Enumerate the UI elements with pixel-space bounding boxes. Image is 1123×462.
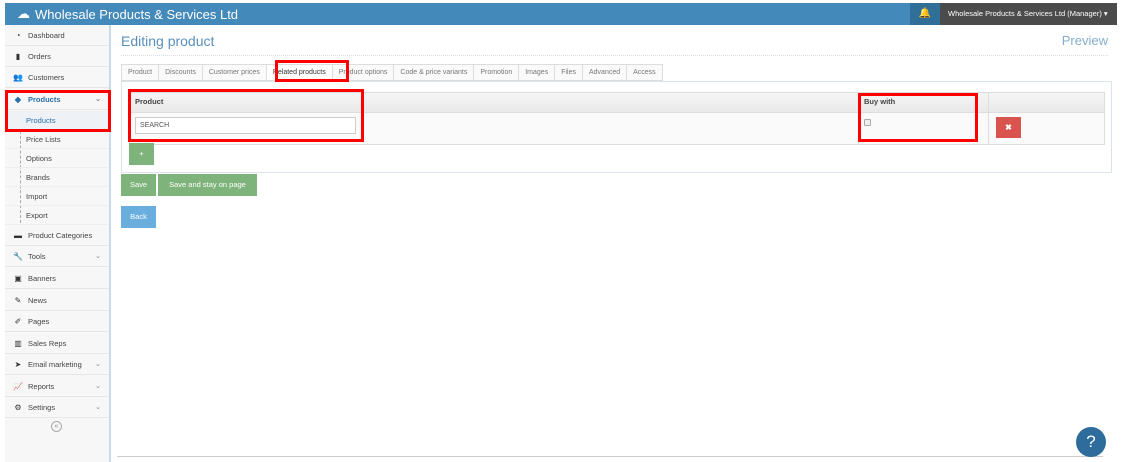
label: Tools [28, 251, 46, 261]
label: Dashboard [28, 30, 65, 40]
sidebar-sub-export[interactable]: Export [5, 206, 109, 225]
add-row-button[interactable]: + [129, 143, 154, 165]
column-product: Product [130, 93, 859, 112]
sidebar-sub-price-lists[interactable]: Price Lists [5, 130, 109, 149]
label: Settings [28, 402, 56, 412]
column-buy-with: Buy with [859, 93, 989, 112]
sidebar-item-dashboard[interactable]: ◔ Dashboard [5, 25, 109, 46]
column-actions [989, 93, 1104, 112]
tab-product[interactable]: Product [121, 64, 159, 81]
sidebar-item-customers[interactable]: 👥 Customers [5, 67, 109, 88]
tab-discounts[interactable]: Discounts [158, 64, 202, 81]
tab-bar: Product Discounts Customer prices Relate… [121, 64, 663, 81]
label: Sales Reps [28, 338, 67, 348]
label: Options [26, 153, 52, 163]
sidebar-sub-options[interactable]: Options [5, 149, 109, 168]
brand-name: Wholesale Products & Services Ltd [35, 6, 239, 22]
tab-files[interactable]: Files [554, 64, 582, 81]
back-button[interactable]: Back [121, 206, 156, 228]
briefcase-icon: ▥ [14, 338, 22, 348]
tab-code-price-variants[interactable]: Code & price variants [393, 64, 474, 81]
tab-promotion[interactable]: Promotion [473, 64, 519, 81]
preview-link[interactable]: Preview [1062, 33, 1108, 48]
related-products-table: Product Buy with ✖ [129, 92, 1105, 145]
divider [117, 456, 1103, 457]
brand[interactable]: ☁ Wholesale Products & Services Ltd [17, 6, 238, 22]
notifications-bell-icon[interactable]: 🔔 [910, 3, 940, 25]
sidebar-item-news[interactable]: ✎ News [5, 290, 109, 311]
chevron-down-icon: ⌄ [95, 361, 101, 368]
user-menu[interactable]: Wholesale Products & Services Ltd (Manag… [940, 3, 1117, 25]
label: Email marketing [28, 359, 82, 369]
label: Pages [28, 316, 50, 326]
gears-icon: ⚙ [14, 402, 22, 412]
tab-advanced[interactable]: Advanced [581, 64, 627, 81]
help-button[interactable]: ? [1076, 427, 1106, 457]
label: Orders [28, 51, 51, 61]
collapse-sidebar-button[interactable]: « [51, 421, 62, 432]
edit-icon: ✐ [14, 316, 22, 326]
label: Reports [28, 381, 55, 391]
save-button[interactable]: Save [121, 174, 156, 196]
label: Products [26, 115, 56, 125]
delete-row-button[interactable]: ✖ [996, 117, 1021, 138]
tab-access[interactable]: Access [626, 64, 663, 81]
table-header: Product Buy with [130, 93, 1104, 112]
sidebar-item-settings[interactable]: ⚙ Settings ⌄ [5, 397, 109, 418]
logo-icon: ☁ [17, 6, 30, 21]
sidebar-item-pages[interactable]: ✐ Pages [5, 311, 109, 332]
tab-images[interactable]: Images [518, 64, 555, 81]
sidebar-item-tools[interactable]: 🔧 Tools ⌄ [5, 246, 109, 267]
sidebar-sub-import[interactable]: Import [5, 187, 109, 206]
sidebar: ◔ Dashboard ▮ Orders 👥 Customers ◆ Products ⌄… [5, 25, 111, 462]
chevron-down-icon: ⌄ [95, 404, 101, 411]
file-icon: ▮ [15, 51, 21, 61]
sidebar-item-reports[interactable]: 📈 Reports ⌄ [5, 376, 109, 397]
label: Product Categories [28, 230, 93, 240]
sidebar-item-sales-reps[interactable]: ▥ Sales Reps [5, 333, 109, 354]
user-name: Wholesale Products & Services Ltd (Manag… [948, 9, 1102, 18]
sidebar-item-orders[interactable]: ▮ Orders [5, 46, 109, 67]
pencil-icon: ✎ [14, 295, 22, 305]
sidebar-sub-brands[interactable]: Brands [5, 168, 109, 187]
users-icon: 👥 [13, 72, 23, 82]
top-bar: ☁ Wholesale Products & Services Ltd 🔔 Who… [5, 3, 1117, 25]
page-title: Editing product [121, 33, 215, 49]
chevron-down-icon: ⌄ [95, 253, 101, 260]
sidebar-sub-products[interactable]: Products [5, 111, 109, 130]
tab-related-products[interactable]: Related products [265, 64, 332, 81]
label: Banners [28, 273, 56, 283]
sidebar-item-products[interactable]: ◆ Products ⌄ [5, 89, 109, 110]
label: Customers [28, 72, 65, 82]
label: News [28, 295, 47, 305]
tab-product-options[interactable]: Product options [331, 64, 394, 81]
sidebar-item-product-categories[interactable]: ▬ Product Categories [5, 225, 109, 246]
chart-icon: 📈 [13, 381, 23, 391]
image-icon: ▣ [14, 273, 22, 283]
label: Products [28, 94, 61, 104]
related-products-panel: Product Buy with ✖ + [121, 81, 1112, 173]
tag-icon: ◆ [14, 94, 22, 104]
chevron-down-icon: ⌄ [95, 96, 101, 103]
table-row: ✖ [130, 112, 1104, 144]
save-and-stay-button[interactable]: Save and stay on page [158, 174, 257, 196]
chevron-down-icon: ⌄ [95, 383, 101, 390]
wrench-icon: 🔧 [13, 251, 23, 261]
label: Import [26, 191, 48, 201]
sidebar-item-email-marketing[interactable]: ➤ Email marketing ⌄ [5, 354, 109, 375]
dashboard-icon: ◔ [15, 30, 21, 40]
tab-customer-prices[interactable]: Customer prices [201, 64, 266, 81]
label: Export [26, 210, 48, 220]
main-content: Editing product Preview Product Discount… [111, 25, 1123, 462]
label: Brands [26, 172, 50, 182]
sidebar-item-banners[interactable]: ▣ Banners [5, 268, 109, 289]
folder-icon: ▬ [14, 230, 22, 240]
send-icon: ➤ [14, 359, 22, 369]
buy-with-checkbox[interactable] [864, 119, 871, 126]
divider [121, 55, 1108, 56]
label: Price Lists [26, 134, 61, 144]
product-search-input[interactable] [135, 117, 356, 134]
